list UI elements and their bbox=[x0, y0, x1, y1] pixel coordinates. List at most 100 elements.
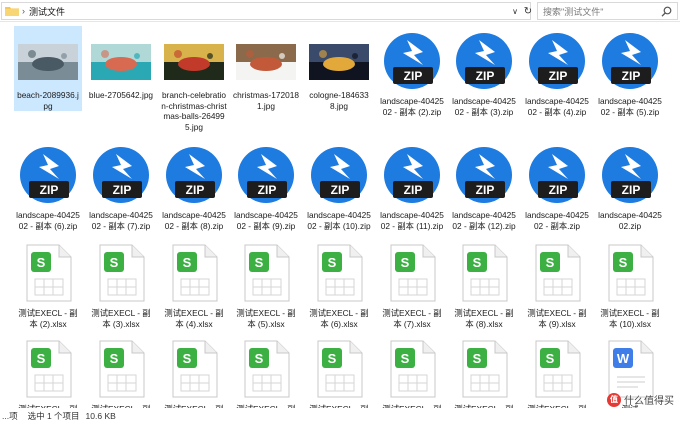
xlsx-file-item[interactable]: S 测试EXECL - 副 bbox=[305, 340, 373, 408]
image-file-item[interactable]: beach-2089936.jpg bbox=[14, 26, 82, 111]
watermark-text: 什么值得买 bbox=[624, 396, 674, 407]
xlsx-file-icon: S bbox=[26, 340, 72, 398]
file-icon-letter: S bbox=[619, 255, 628, 270]
xlsx-file-item[interactable]: S 测试EXECL - 副 bbox=[14, 340, 82, 408]
file-name-label: cologne-1846338.jpg bbox=[309, 90, 369, 111]
zip-file-item[interactable]: ZIP landscape-4042502 - 副本 (11).zip bbox=[378, 140, 446, 231]
watermark-badge: 值 bbox=[607, 392, 621, 407]
file-name-label: 测试EXECL - 副本 (3).xlsx bbox=[91, 308, 151, 329]
file-icon-letter: S bbox=[401, 255, 410, 270]
file-name-label: landscape-4042502 - 副本 (5).zip bbox=[598, 96, 662, 117]
file-icon-letter: S bbox=[183, 351, 192, 366]
image-thumbnail bbox=[164, 44, 224, 80]
breadcrumb-current[interactable]: 测试文件 bbox=[29, 5, 65, 18]
image-thumbnail bbox=[91, 44, 151, 80]
zip-icon-text: ZIP bbox=[476, 183, 495, 197]
zip-icon-text: ZIP bbox=[476, 69, 495, 83]
search-icon[interactable] bbox=[661, 6, 672, 17]
zip-file-item[interactable]: ZIP landscape-4042502 - 副本 (4).zip bbox=[523, 26, 591, 117]
file-name-label: 测试EXECL - 副本 (9).xlsx bbox=[527, 308, 587, 329]
zip-file-item[interactable]: ZIP landscape-4042502 - 副本 (3).zip bbox=[450, 26, 518, 117]
zip-icon-text: ZIP bbox=[549, 69, 568, 83]
xlsx-file-icon: S bbox=[244, 244, 290, 302]
address-bar[interactable]: › 测试文件 ∨ ↻ bbox=[1, 2, 534, 20]
file-icon-letter: S bbox=[183, 255, 192, 270]
file-name-label: 测试EXECL - 副本 (4).xlsx bbox=[164, 308, 224, 329]
zip-file-item[interactable]: ZIP landscape-4042502 - 副本 (5).zip bbox=[596, 26, 664, 117]
zip-file-icon: ZIP bbox=[602, 147, 658, 203]
zip-file-item[interactable]: ZIP landscape-4042502 - 副本 (2).zip bbox=[378, 26, 446, 117]
chevron-down-icon[interactable]: ∨ bbox=[510, 7, 520, 17]
file-name-label: landscape-4042502.zip bbox=[598, 210, 662, 231]
zip-icon-text: ZIP bbox=[622, 183, 641, 197]
xlsx-file-item[interactable]: S 测试EXECL - 副 bbox=[232, 340, 300, 408]
zip-file-item[interactable]: ZIP landscape-4042502 - 副本 (9).zip bbox=[232, 140, 300, 231]
xlsx-file-item[interactable]: S 测试EXECL - 副 bbox=[378, 340, 446, 408]
file-name-label: 测试EXECL - 副本 (7).xlsx bbox=[382, 308, 442, 329]
search-input[interactable]: 搜索"测试文件" bbox=[537, 2, 678, 20]
zip-file-icon: ZIP bbox=[529, 33, 585, 89]
xlsx-file-item[interactable]: S 测试EXECL - 副本 (3).xlsx bbox=[87, 244, 155, 329]
file-name-label: 测试EXECL - 副本 (2).xlsx bbox=[18, 308, 78, 329]
xlsx-file-icon: S bbox=[390, 340, 436, 398]
xlsx-file-item[interactable]: S 测试EXECL - 副本 (6).xlsx bbox=[305, 244, 373, 329]
zip-file-icon: ZIP bbox=[384, 33, 440, 89]
xlsx-file-item[interactable]: S 测试EXECL - 副 bbox=[523, 340, 591, 408]
file-icon-letter: S bbox=[37, 351, 46, 366]
status-selected: 选中 1 个项目 bbox=[27, 411, 80, 421]
file-icon-letter: S bbox=[546, 255, 555, 270]
zip-icon-text: ZIP bbox=[113, 183, 132, 197]
file-icon-letter: W bbox=[617, 351, 630, 366]
file-name-label: blue-2705642.jpg bbox=[88, 90, 154, 100]
zip-icon-text: ZIP bbox=[40, 183, 59, 197]
zip-file-item[interactable]: ZIP landscape-4042502 - 副本 (8).zip bbox=[160, 140, 228, 231]
xlsx-file-icon: S bbox=[390, 244, 436, 302]
zip-icon-text: ZIP bbox=[186, 183, 205, 197]
image-file-item[interactable]: christmas-1720181.jpg bbox=[232, 26, 300, 111]
xlsx-file-item[interactable]: S 测试EXECL - 副本 (4).xlsx bbox=[160, 244, 228, 329]
file-icon-letter: S bbox=[546, 351, 555, 366]
zip-icon-text: ZIP bbox=[404, 69, 423, 83]
zip-file-icon: ZIP bbox=[456, 147, 512, 203]
zip-icon-text: ZIP bbox=[331, 183, 350, 197]
xlsx-file-item[interactable]: S 测试EXECL - 副本 (8).xlsx bbox=[450, 244, 518, 329]
zip-file-item[interactable]: ZIP landscape-4042502 - 副本 (10).zip bbox=[305, 140, 373, 231]
image-thumbnail bbox=[236, 44, 296, 80]
xlsx-file-item[interactable]: S 测试EXECL - 副 bbox=[87, 340, 155, 408]
xlsx-file-item[interactable]: S 测试EXECL - 副 bbox=[160, 340, 228, 408]
file-name-label: beach-2089936.jpg bbox=[14, 90, 82, 111]
file-name-label: landscape-4042502 - 副本 (2).zip bbox=[380, 96, 444, 117]
refresh-icon[interactable]: ↻ bbox=[522, 6, 534, 18]
file-icon-letter: S bbox=[110, 351, 119, 366]
xlsx-file-icon: S bbox=[535, 244, 581, 302]
image-file-item[interactable]: cologne-1846338.jpg bbox=[305, 26, 373, 111]
file-name-label: christmas-1720181.jpg bbox=[233, 90, 299, 111]
file-name-label: landscape-4042502 - 副本 (12).zip bbox=[452, 210, 516, 231]
file-icon-letter: S bbox=[401, 351, 410, 366]
zip-file-item[interactable]: ZIP landscape-4042502 - 副本 (6).zip bbox=[14, 140, 82, 231]
zip-file-item[interactable]: ZIP landscape-4042502.zip bbox=[596, 140, 664, 231]
file-name-label: landscape-4042502 - 副本 (7).zip bbox=[89, 210, 153, 231]
xlsx-file-item[interactable]: S 测试EXECL - 副本 (9).xlsx bbox=[523, 244, 591, 329]
file-name-label: 测试EXECL - 副本 (8).xlsx bbox=[454, 308, 514, 329]
zip-file-item[interactable]: ZIP landscape-4042502 - 副本 (7).zip bbox=[87, 140, 155, 231]
image-file-item[interactable]: branch-celebration-christmas-christmas-b… bbox=[160, 26, 228, 132]
file-icon-letter: S bbox=[328, 351, 337, 366]
file-icon-letter: S bbox=[110, 255, 119, 270]
xlsx-file-item[interactable]: S 测试EXECL - 副本 (2).xlsx bbox=[14, 244, 82, 329]
zip-file-item[interactable]: ZIP landscape-4042502 - 副本 (12).zip bbox=[450, 140, 518, 231]
xlsx-file-icon: S bbox=[317, 340, 363, 398]
file-name-label: branch-celebration-christmas-christmas-b… bbox=[161, 90, 227, 132]
zip-file-icon: ZIP bbox=[529, 147, 585, 203]
xlsx-file-item[interactable]: S 测试EXECL - 副本 (7).xlsx bbox=[378, 244, 446, 329]
xlsx-file-icon: S bbox=[172, 340, 218, 398]
xlsx-file-item[interactable]: S 测试EXECL - 副本 (5).xlsx bbox=[232, 244, 300, 329]
xlsx-file-item[interactable]: S 测试EXECL - 副 bbox=[450, 340, 518, 408]
watermark: 值 什么值得买 bbox=[607, 392, 674, 407]
image-file-item[interactable]: blue-2705642.jpg bbox=[87, 26, 155, 101]
xlsx-file-item[interactable]: S 测试EXECL - 副本 (10).xlsx bbox=[596, 244, 664, 329]
zip-icon-text: ZIP bbox=[258, 183, 277, 197]
zip-file-item[interactable]: ZIP landscape-4042502 - 副本.zip bbox=[523, 140, 591, 231]
docx-file-icon: W bbox=[608, 340, 654, 398]
xlsx-file-icon: S bbox=[462, 244, 508, 302]
